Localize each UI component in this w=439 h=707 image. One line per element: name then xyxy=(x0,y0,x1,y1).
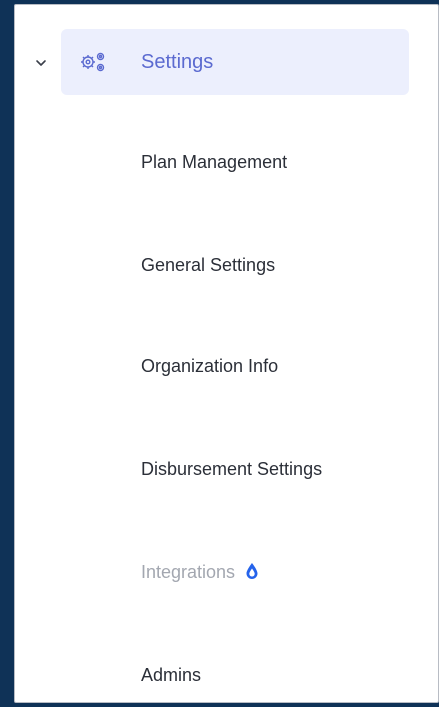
settings-section-header: Settings xyxy=(15,29,438,95)
gears-icon xyxy=(79,50,107,74)
chevron-down-icon[interactable] xyxy=(35,56,47,68)
menu-item-plan-management[interactable]: Plan Management xyxy=(141,148,287,176)
menu-item-integrations-label: Integrations xyxy=(141,562,236,582)
menu-item-integrations: Integrations xyxy=(141,558,259,586)
menu-item-organization-info[interactable]: Organization Info xyxy=(141,352,278,380)
settings-section-label: Settings xyxy=(141,51,214,73)
drop-icon xyxy=(245,560,259,579)
menu-item-general-settings[interactable]: General Settings xyxy=(141,251,275,279)
menu-item-disbursement-settings[interactable]: Disbursement Settings xyxy=(141,455,322,483)
settings-nav-panel: Settings Plan Management General Setting… xyxy=(14,4,439,703)
menu-item-admins[interactable]: Admins xyxy=(141,661,201,689)
settings-section-button[interactable]: Settings xyxy=(61,29,409,95)
